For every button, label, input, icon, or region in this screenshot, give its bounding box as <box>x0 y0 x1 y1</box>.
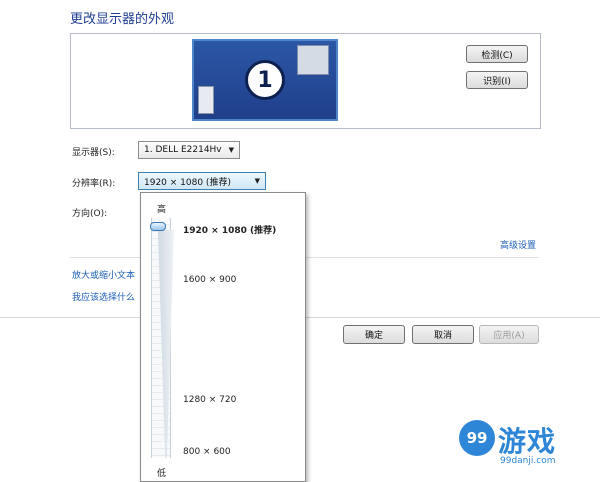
resolution-select[interactable]: 1920 × 1080 (推荐) ▼ <box>138 172 266 190</box>
page-title: 更改显示器的外观 <box>70 12 175 27</box>
resolution-label: 分辨率(R): <box>72 179 116 189</box>
apply-button: 应用(A) <box>479 325 539 344</box>
resolution-option[interactable]: 800 × 600 <box>183 447 231 457</box>
monitor-number-badge: 1 <box>245 60 285 100</box>
chevron-down-icon: ▼ <box>254 177 260 185</box>
display-select-value: 1. DELL E2214Hv <box>144 145 222 155</box>
resolution-option[interactable]: 1600 × 900 <box>183 275 236 285</box>
watermark-url: 99danji.com <box>500 456 556 466</box>
advanced-settings-link[interactable]: 高级设置 <box>500 238 536 251</box>
desktop-gadget-icon <box>198 86 214 114</box>
ok-button[interactable]: 确定 <box>343 325 405 344</box>
orientation-label: 方向(O): <box>72 209 108 219</box>
resolution-option[interactable]: 1920 × 1080 (推荐) <box>183 223 276 236</box>
desktop-window-icon <box>297 45 329 75</box>
resolution-option[interactable]: 1280 × 720 <box>183 395 236 405</box>
text-size-link[interactable]: 放大或缩小文本 <box>72 268 135 281</box>
chevron-down-icon: ▼ <box>228 146 234 154</box>
slider-low-label: 低 <box>157 469 167 479</box>
identify-button[interactable]: 识别(I) <box>466 71 528 89</box>
watermark-logo: 99 <box>459 420 495 456</box>
display-label: 显示器(S): <box>72 148 115 158</box>
watermark-name: 游戏 <box>498 425 557 458</box>
resolution-select-value: 1920 × 1080 (推荐) <box>144 177 231 188</box>
which-settings-link[interactable]: 我应该选择什么 <box>72 290 135 303</box>
display-select[interactable]: 1. DELL E2214Hv ▼ <box>138 141 240 159</box>
detect-button[interactable]: 检测(C) <box>466 45 528 63</box>
slider-high-label: 高 <box>157 205 167 215</box>
resolution-slider-thumb[interactable] <box>150 222 166 231</box>
cancel-button[interactable]: 取消 <box>412 325 474 344</box>
